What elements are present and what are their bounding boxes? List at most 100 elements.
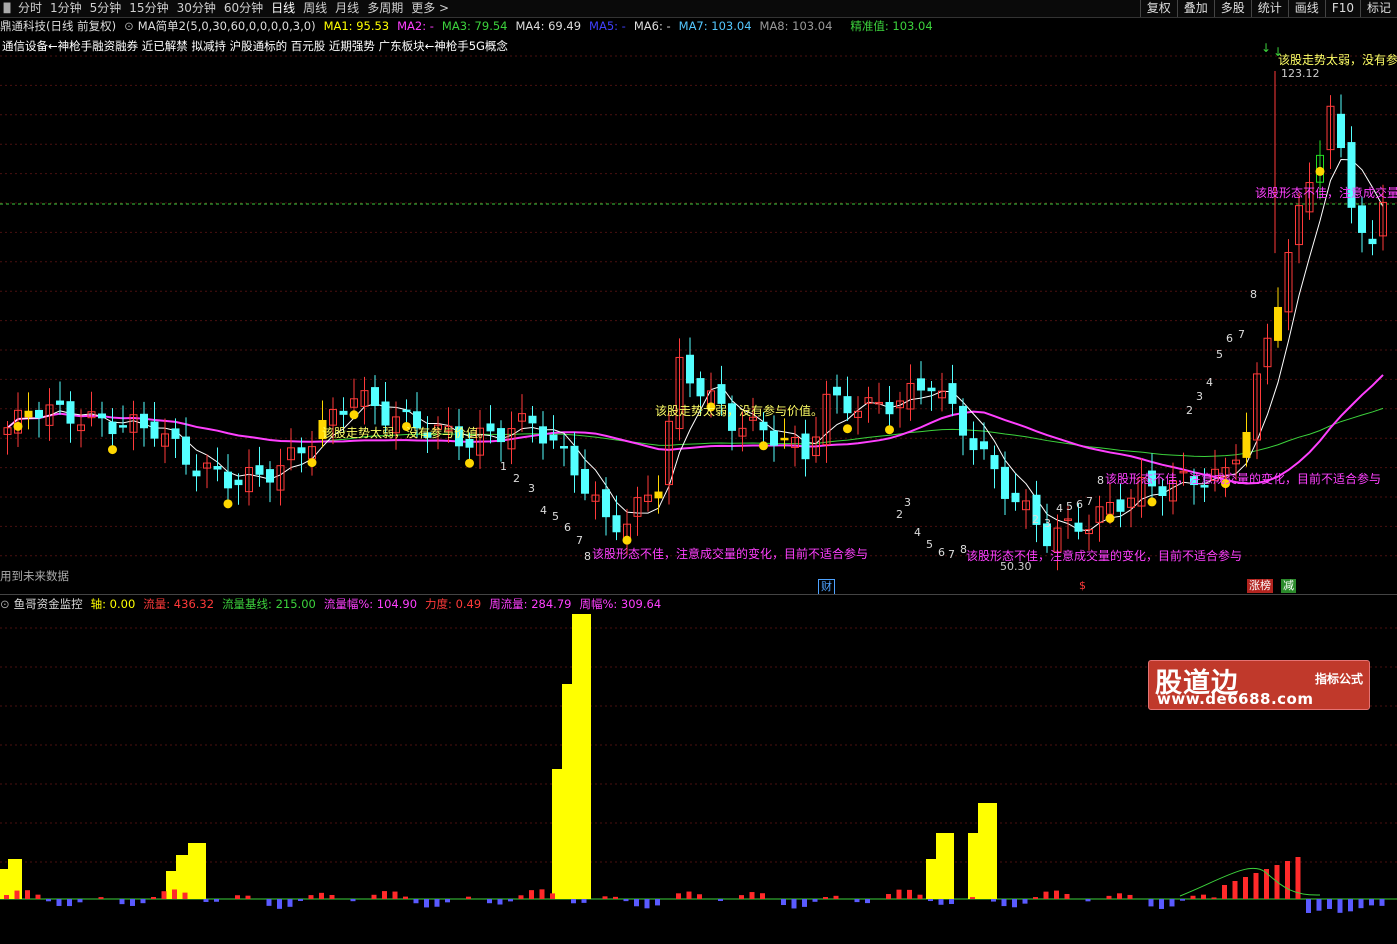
- signal-dot: [13, 421, 23, 431]
- flow-bar-small: [907, 889, 912, 899]
- panel-divider[interactable]: [0, 594, 1397, 595]
- candle: [570, 445, 579, 476]
- rank-badge[interactable]: 涨榜: [1247, 579, 1273, 593]
- flow-bar-small: [686, 891, 692, 899]
- flow-bar-small: [424, 899, 429, 908]
- flow-bar-small: [14, 890, 20, 899]
- flow-bar-small: [392, 891, 398, 899]
- candle: [948, 383, 957, 404]
- bad-shape-note: 该股形态不佳，注意成交量的变化，目前不适合参与: [592, 546, 868, 561]
- counter-label: 8: [1097, 474, 1104, 487]
- candle: [98, 413, 106, 419]
- flow-bar-small: [25, 890, 30, 899]
- candle: [696, 378, 705, 397]
- flow-bar-small: [1285, 861, 1290, 899]
- flow-bar-small: [781, 899, 786, 906]
- candle: [759, 421, 768, 431]
- flow-bar-small: [350, 899, 356, 902]
- flow-bar-small: [676, 893, 681, 899]
- candle: [140, 413, 148, 429]
- flow-bar-small: [487, 899, 492, 904]
- flow-bar-small: [623, 899, 629, 902]
- flow-bar-small: [1180, 899, 1185, 901]
- candle: [255, 465, 264, 475]
- flow-bar-small: [382, 891, 387, 899]
- flow-bar-small: [403, 896, 408, 899]
- dollar-badge[interactable]: $: [1077, 579, 1088, 593]
- finance-badge[interactable]: 财: [818, 579, 835, 595]
- candle: [1337, 113, 1345, 149]
- counter-label: 3: [1044, 517, 1051, 530]
- flow-bar-small: [266, 899, 272, 906]
- flow-bar-small: [182, 892, 188, 899]
- flow-bar-small: [1085, 899, 1091, 902]
- flow-bar-small: [518, 895, 524, 899]
- weak-trend-note: 该股走势太弱，没有参与价值。: [322, 425, 490, 440]
- flow-bar-small: [938, 899, 944, 905]
- counter-label: 2: [896, 508, 903, 521]
- flow-bar-small: [235, 895, 240, 899]
- flow-bar-small: [1190, 895, 1196, 899]
- flow-bar-small: [329, 894, 335, 899]
- flow-bar-small: [298, 899, 303, 901]
- flow-bar-small: [917, 894, 923, 899]
- flow-bar-small: [791, 899, 797, 909]
- candle: [1158, 486, 1167, 497]
- candle: [234, 479, 243, 486]
- flow-bar-small: [802, 899, 807, 907]
- flow-bar-small: [287, 899, 293, 907]
- candle: [182, 436, 190, 465]
- kline-chart[interactable]: 1234 567823456 7 82 34 5 6 7823456 78该股走势太弱，没有参与…: [0, 0, 1397, 944]
- indicator-settings-icon[interactable]: ⊙: [0, 597, 10, 611]
- indicator-name[interactable]: 鱼哥资金监控: [14, 596, 83, 612]
- flow-bar: [572, 614, 591, 899]
- flow-bar-small: [1033, 897, 1038, 899]
- counter-label: 6: [564, 521, 571, 534]
- counter-label: 7: [576, 534, 583, 547]
- counter-label: 6: [1076, 498, 1083, 511]
- watermark-logo: 股道边 指标公式 www.de6688.com: [1148, 660, 1370, 710]
- counter-label: 7: [1086, 495, 1093, 508]
- reduce-badge[interactable]: 减: [1281, 579, 1296, 593]
- flow-bar-small: [634, 899, 639, 907]
- flow-bar-small: [749, 892, 755, 899]
- watermark-small: 指标公式: [1314, 672, 1363, 686]
- flow-bar-small: [445, 899, 450, 903]
- candle: [119, 425, 127, 428]
- candle: [266, 469, 274, 483]
- axis-value: 轴: 0.00: [90, 597, 136, 611]
- candle: [213, 466, 222, 470]
- signal-dot: [307, 458, 317, 468]
- candle: [1358, 205, 1366, 233]
- flow-bar-small: [4, 895, 9, 899]
- flow-bar-small: [140, 899, 146, 904]
- bad-shape-note: 该股形态不佳，注意成交量: [1255, 185, 1397, 200]
- signal-dot: [108, 445, 117, 455]
- force-value: 力度: 0.49: [425, 597, 482, 611]
- flow-bar: [0, 869, 8, 899]
- flow-bar-small: [970, 897, 975, 899]
- counter-label: 7: [1238, 328, 1245, 341]
- flow-bar-small: [277, 899, 282, 909]
- flow-bar-small: [308, 895, 314, 899]
- flow-bar-small: [151, 896, 156, 899]
- flow-bar-small: [434, 899, 440, 907]
- signal-dot: [349, 410, 359, 420]
- candle: [66, 401, 75, 424]
- candle: [339, 410, 348, 415]
- bad-shape-note: 该股形态不佳，注意成交量的变化，目前不适合参与: [1105, 471, 1381, 486]
- candle: [497, 428, 505, 443]
- counter-label: 3: [904, 496, 911, 509]
- baseline-value: 流量基线: 215.00: [222, 597, 316, 611]
- flow-bar-small: [644, 899, 650, 909]
- candle: [959, 405, 967, 436]
- counter-label: 4: [914, 526, 921, 539]
- candle: [801, 433, 810, 460]
- candle: [1001, 466, 1009, 499]
- counter-label: 4: [1056, 502, 1063, 515]
- flow-bar: [936, 833, 954, 899]
- flow-bar-small: [245, 895, 251, 899]
- weak-trend-note: 该股走势太弱，没有参与价值。: [655, 403, 823, 418]
- watermark-url: www.de6688.com: [1157, 690, 1314, 708]
- candle: [381, 401, 390, 426]
